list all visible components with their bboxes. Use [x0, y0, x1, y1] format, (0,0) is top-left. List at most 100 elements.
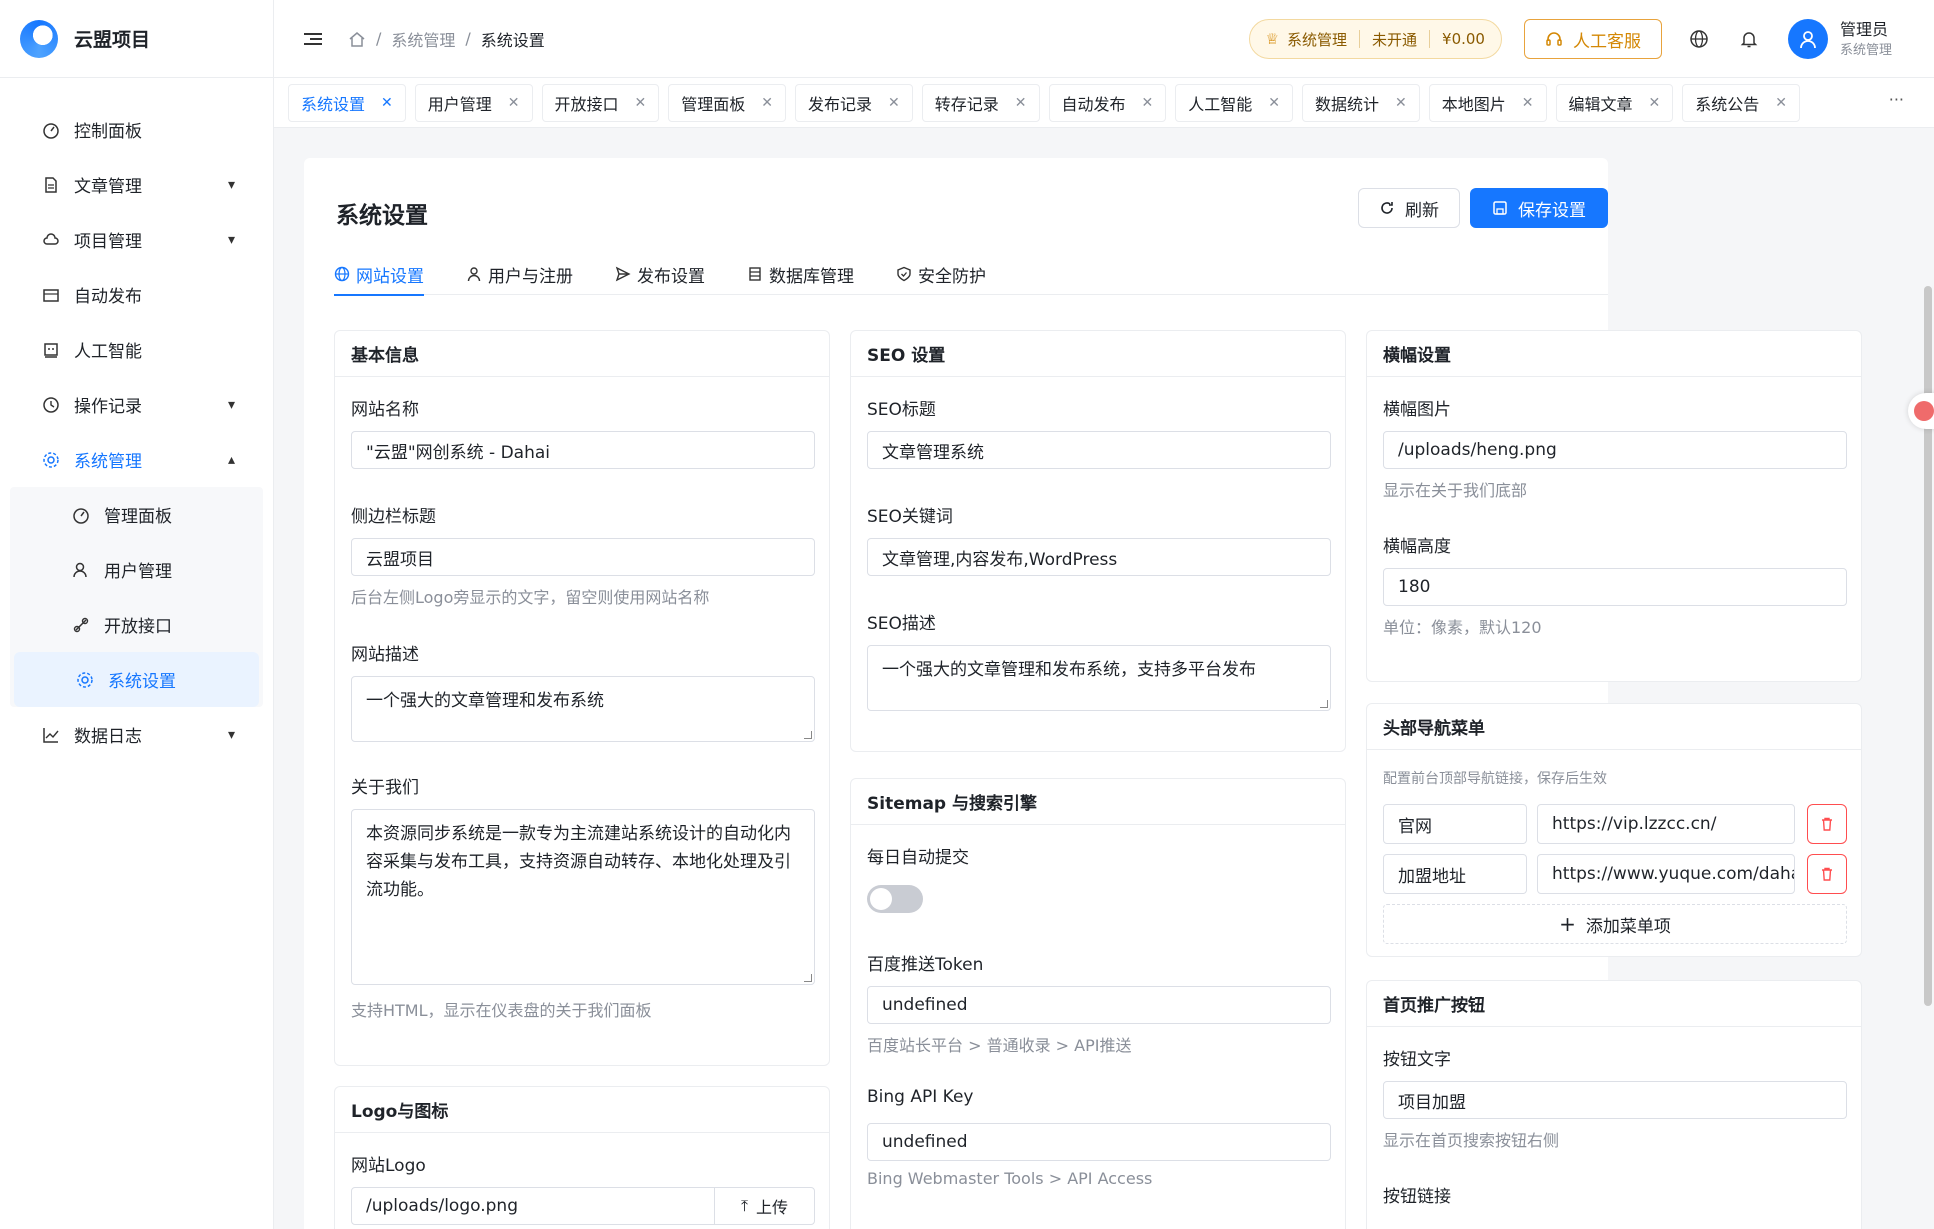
sidebar-item-auto-publish[interactable]: 自动发布 — [0, 267, 273, 322]
close-icon[interactable]: ✕ — [635, 95, 647, 111]
sidebar-subitem-settings[interactable]: 系统设置 — [14, 652, 259, 707]
tab-local-images[interactable]: 本地图片 ✕ — [1428, 83, 1547, 122]
seo-desc-textarea[interactable]: 一个强大的文章管理和发布系统，支持多平台发布 — [867, 645, 1331, 711]
globe-icon[interactable] — [1688, 28, 1710, 50]
sidebar: 云盟项目 控制面板 文章管理 ▾ 项目管理 ▾ 自动发布 人工智能 操作记录 ▾ — [0, 0, 274, 1229]
sidebar-item-history[interactable]: 操作记录 ▾ — [0, 377, 273, 432]
chevron-down-icon: ▾ — [227, 396, 235, 413]
baidu-token-input[interactable]: undefined — [867, 986, 1331, 1024]
close-icon[interactable]: ✕ — [1522, 95, 1534, 111]
upload-label: 上传 — [756, 1198, 789, 1217]
banner-height-input[interactable]: 180 — [1383, 568, 1847, 606]
nav-item-url-input[interactable]: https://www.yuque.com/daha — [1537, 854, 1795, 894]
refresh-button[interactable]: 刷新 — [1358, 188, 1460, 228]
site-logo-input[interactable]: /uploads/logo.png ⤒ 上传 — [351, 1187, 815, 1225]
tab-admin-panel[interactable]: 管理面板 ✕ — [668, 83, 786, 122]
section-title: Sitemap 与搜索引擎 — [851, 779, 1345, 825]
sidebar-subitem-admin-panel[interactable]: 管理面板 — [10, 487, 263, 542]
sidebar-subitem-api[interactable]: 开放接口 — [10, 597, 263, 652]
section-title: SEO 设置 — [851, 331, 1345, 377]
sidebar-menu: 控制面板 文章管理 ▾ 项目管理 ▾ 自动发布 人工智能 操作记录 ▾ 系统管理 — [0, 78, 273, 762]
nav-item-row: 官网 https://vip.lzzcc.cn/ — [1383, 804, 1847, 844]
site-desc-textarea[interactable]: 一个强大的文章管理和发布系统 — [351, 676, 815, 742]
delete-button[interactable] — [1807, 854, 1847, 894]
save-button[interactable]: 保存设置 — [1470, 188, 1608, 228]
headset-icon — [1545, 30, 1563, 48]
nav-item-url-input[interactable]: https://vip.lzzcc.cn/ — [1537, 804, 1795, 844]
customer-service-button[interactable]: 人工客服 — [1523, 19, 1662, 59]
history-icon — [42, 396, 60, 414]
home-icon[interactable] — [348, 30, 366, 48]
add-menu-item-button[interactable]: + 添加菜单项 — [1383, 904, 1847, 944]
tab-edit-article[interactable]: 编辑文章 ✕ — [1555, 83, 1674, 122]
close-icon[interactable]: ✕ — [1649, 95, 1661, 111]
vip-status-pill[interactable]: ♕ 系统管理 未开通 ¥0.00 — [1248, 19, 1502, 59]
tab-data-stats[interactable]: 数据统计 ✕ — [1302, 83, 1420, 122]
breadcrumb-item[interactable]: 系统管理 — [391, 27, 455, 51]
sidebar-title-input[interactable]: 云盟项目 — [351, 538, 815, 576]
system-submenu: 管理面板 用户管理 开放接口 系统设置 — [10, 487, 263, 707]
nav-item-name-input[interactable]: 官网 — [1383, 804, 1527, 844]
refresh-label: 刷新 — [1405, 200, 1439, 221]
seo-keywords-input[interactable]: 文章管理,内容发布,WordPress — [867, 538, 1331, 576]
tab-label: 系统设置 — [301, 94, 366, 114]
close-icon[interactable]: ✕ — [1268, 95, 1280, 111]
close-icon[interactable]: ✕ — [508, 95, 520, 111]
close-icon[interactable]: ✕ — [381, 95, 393, 111]
tab-open-api[interactable]: 开放接口 ✕ — [541, 83, 660, 122]
close-icon[interactable]: ✕ — [761, 95, 773, 111]
tab-publish-records[interactable]: 发布记录 ✕ — [795, 83, 913, 122]
tab-system-notice[interactable]: 系统公告 ✕ — [1682, 83, 1800, 122]
baidu-token-hint: 百度站长平台 > 普通收录 > API推送 — [867, 1036, 1132, 1055]
tab-auto-publish[interactable]: 自动发布 ✕ — [1048, 83, 1167, 122]
site-name-input[interactable]: "云盟"网创系统 - Dahai — [351, 431, 815, 469]
sidebar-item-system[interactable]: 系统管理 ▴ — [0, 432, 273, 487]
close-icon[interactable]: ✕ — [1775, 95, 1787, 111]
tab-database[interactable]: 数据库管理 — [747, 253, 854, 295]
user-menu[interactable]: 管理员 系统管理 — [1787, 19, 1892, 59]
sidebar-item-dashboard[interactable]: 控制面板 — [0, 102, 273, 157]
seo-keywords-label: SEO关键词 — [867, 507, 953, 527]
bing-key-input[interactable]: undefined — [867, 1123, 1331, 1161]
resize-handle[interactable] — [804, 731, 812, 739]
tab-system-settings[interactable]: 系统设置 ✕ — [288, 83, 406, 122]
more-icon[interactable]: ··· — [1889, 90, 1904, 109]
sidebar-item-projects[interactable]: 项目管理 ▾ — [0, 212, 273, 267]
tab-ai[interactable]: 人工智能 ✕ — [1175, 83, 1293, 122]
tab-user-management[interactable]: 用户管理 ✕ — [414, 83, 533, 122]
tab-publish-settings[interactable]: 发布设置 — [615, 253, 705, 295]
tab-user-registration[interactable]: 用户与注册 — [466, 253, 573, 295]
banner-image-label: 横幅图片 — [1383, 400, 1451, 420]
banner-image-input[interactable]: /uploads/heng.png — [1383, 431, 1847, 469]
calendar-icon — [42, 286, 60, 304]
auto-submit-toggle[interactable] — [867, 885, 923, 913]
sidebar-item-ai[interactable]: 人工智能 — [0, 322, 273, 377]
bell-icon[interactable] — [1738, 28, 1760, 50]
resize-handle[interactable] — [1320, 700, 1328, 708]
close-icon[interactable]: ✕ — [1015, 95, 1027, 111]
close-icon[interactable]: ✕ — [1142, 95, 1154, 111]
sidebar-item-articles[interactable]: 文章管理 ▾ — [0, 157, 273, 212]
resize-handle[interactable] — [804, 974, 812, 982]
settings-card: 系统设置 刷新 保存设置 网站设置 用户与注册 发布设置 数据库管理 安全防护 … — [304, 158, 1862, 1229]
sidebar-item-data-log[interactable]: 数据日志 ▾ — [0, 707, 273, 762]
breadcrumb-separator: / — [465, 29, 471, 48]
close-icon[interactable]: ✕ — [1395, 95, 1407, 111]
promo-text-input[interactable]: 项目加盟 — [1383, 1081, 1847, 1119]
close-icon[interactable]: ✕ — [888, 95, 900, 111]
floating-assistant-icon[interactable] — [1908, 393, 1934, 429]
upload-button[interactable]: ⤒ 上传 — [714, 1188, 814, 1224]
sidebar-subitem-label: 系统设置 — [108, 672, 176, 692]
menu-fold-icon[interactable] — [304, 31, 326, 47]
seo-title-input[interactable]: 文章管理系统 — [867, 431, 1331, 469]
nav-item-name-input[interactable]: 加盟地址 — [1383, 854, 1527, 894]
tab-website-settings[interactable]: 网站设置 — [334, 253, 424, 296]
sidebar-subitem-users[interactable]: 用户管理 — [10, 542, 263, 597]
tab-security[interactable]: 安全防护 — [896, 253, 986, 295]
about-textarea[interactable]: 本资源同步系统是一款专为主流建站系统设计的自动化内容采集与发布工具，支持资源自动… — [351, 809, 815, 985]
save-label: 保存设置 — [1518, 200, 1586, 221]
tab-transfer-records[interactable]: 转存记录 ✕ — [921, 83, 1040, 122]
bing-key-hint: Bing Webmaster Tools > API Access — [867, 1169, 1153, 1188]
section-title: 横幅设置 — [1367, 331, 1861, 377]
delete-button[interactable] — [1807, 804, 1847, 844]
